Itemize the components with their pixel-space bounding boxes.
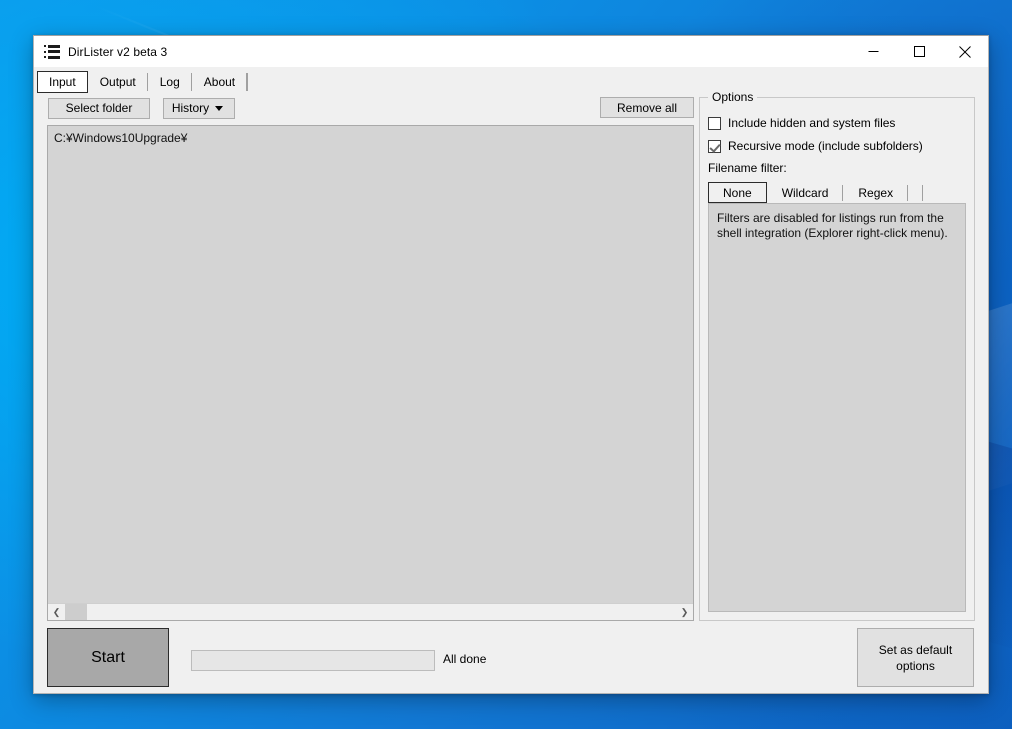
checkbox-recursive-mode-label: Recursive mode (include subfolders) bbox=[728, 139, 923, 153]
window-body: Select folder History Remove all C:¥Wind… bbox=[34, 90, 988, 693]
filter-tab-none[interactable]: None bbox=[708, 182, 767, 203]
scrollbar-track[interactable] bbox=[65, 604, 676, 620]
folder-list-box[interactable]: C:¥Windows10Upgrade¥ ❮ ❯ bbox=[47, 125, 694, 621]
set-default-options-line1: Set as default bbox=[878, 642, 953, 657]
set-default-options-label: Set as default options bbox=[879, 642, 952, 674]
dirlister-window: DirLister v2 beta 3 Input Output Log Abo… bbox=[33, 35, 989, 694]
select-folder-label: Select folder bbox=[65, 101, 133, 115]
filter-tab-none-label: None bbox=[723, 185, 752, 200]
main-tab-strip: Input Output Log About bbox=[37, 67, 988, 93]
tab-log[interactable]: Log bbox=[148, 71, 192, 93]
filename-filter-label: Filename filter: bbox=[708, 161, 787, 175]
filter-message-line-2: shell integration (Explorer right-click … bbox=[717, 226, 948, 240]
chevron-right-icon[interactable]: ❯ bbox=[676, 604, 693, 620]
list-icon bbox=[44, 44, 60, 59]
folder-list-items: C:¥Windows10Upgrade¥ bbox=[48, 126, 693, 603]
history-button[interactable]: History bbox=[163, 97, 235, 119]
tab-strip-end-divider bbox=[247, 73, 249, 91]
minimize-icon[interactable] bbox=[850, 36, 896, 67]
close-icon[interactable] bbox=[942, 36, 988, 67]
checkbox-box-checked[interactable] bbox=[708, 139, 721, 153]
window-title-bar[interactable]: DirLister v2 beta 3 bbox=[34, 36, 988, 67]
window-controls bbox=[850, 36, 988, 67]
scrollbar-thumb[interactable] bbox=[65, 604, 87, 620]
checkbox-include-hidden-label: Include hidden and system files bbox=[728, 116, 896, 130]
tab-about[interactable]: About bbox=[192, 71, 248, 93]
tab-divider bbox=[246, 73, 248, 91]
maximize-icon[interactable] bbox=[896, 36, 942, 67]
options-group-box: Options Include hidden and system files … bbox=[699, 90, 975, 621]
filter-tab-regex-label: Regex bbox=[858, 186, 894, 200]
start-button[interactable]: Start bbox=[47, 628, 169, 687]
filter-tab-wildcard-label: Wildcard bbox=[781, 186, 829, 200]
remove-all-button[interactable]: Remove all bbox=[600, 97, 694, 118]
tab-input-label: Input bbox=[49, 75, 76, 89]
horizontal-scrollbar[interactable]: ❮ ❯ bbox=[48, 603, 693, 620]
options-group-label: Options bbox=[708, 90, 758, 104]
filter-tab-regex[interactable]: Regex bbox=[843, 183, 909, 203]
filter-tab-wildcard[interactable]: Wildcard bbox=[767, 183, 844, 203]
filter-message-box: Filters are disabled for listings run fr… bbox=[708, 203, 966, 612]
filter-tab-strip: None Wildcard Regex bbox=[708, 181, 966, 203]
input-toolbar: Select folder History Remove all bbox=[47, 97, 694, 119]
filter-tab-strip-end-divider bbox=[922, 185, 924, 201]
tab-log-label: Log bbox=[159, 75, 180, 89]
window-title: DirLister v2 beta 3 bbox=[68, 44, 168, 59]
chevron-left-icon[interactable]: ❮ bbox=[48, 604, 65, 620]
checkbox-include-hidden[interactable]: Include hidden and system files bbox=[708, 116, 895, 130]
tab-about-label: About bbox=[203, 75, 236, 89]
tab-output-label: Output bbox=[99, 75, 136, 89]
list-item[interactable]: C:¥Windows10Upgrade¥ bbox=[54, 131, 693, 146]
filter-tab-divider bbox=[907, 185, 909, 201]
set-default-options-button[interactable]: Set as default options bbox=[857, 628, 974, 687]
set-default-options-line2: options bbox=[896, 658, 935, 673]
start-button-label: Start bbox=[91, 648, 125, 666]
filter-message-line-1: Filters are disabled for listings run fr… bbox=[717, 211, 944, 225]
tab-input[interactable]: Input bbox=[37, 71, 88, 93]
tab-output[interactable]: Output bbox=[88, 71, 148, 93]
checkbox-recursive-mode[interactable]: Recursive mode (include subfolders) bbox=[708, 139, 923, 153]
status-text: All done bbox=[443, 652, 487, 666]
remove-all-label: Remove all bbox=[616, 100, 678, 115]
chevron-down-icon bbox=[215, 105, 224, 111]
checkbox-box-unchecked[interactable] bbox=[708, 116, 721, 130]
select-folder-button[interactable]: Select folder bbox=[48, 97, 150, 119]
input-panel: Select folder History Remove all C:¥Wind… bbox=[47, 97, 694, 621]
progress-bar bbox=[191, 650, 435, 671]
history-label: History bbox=[171, 101, 210, 115]
